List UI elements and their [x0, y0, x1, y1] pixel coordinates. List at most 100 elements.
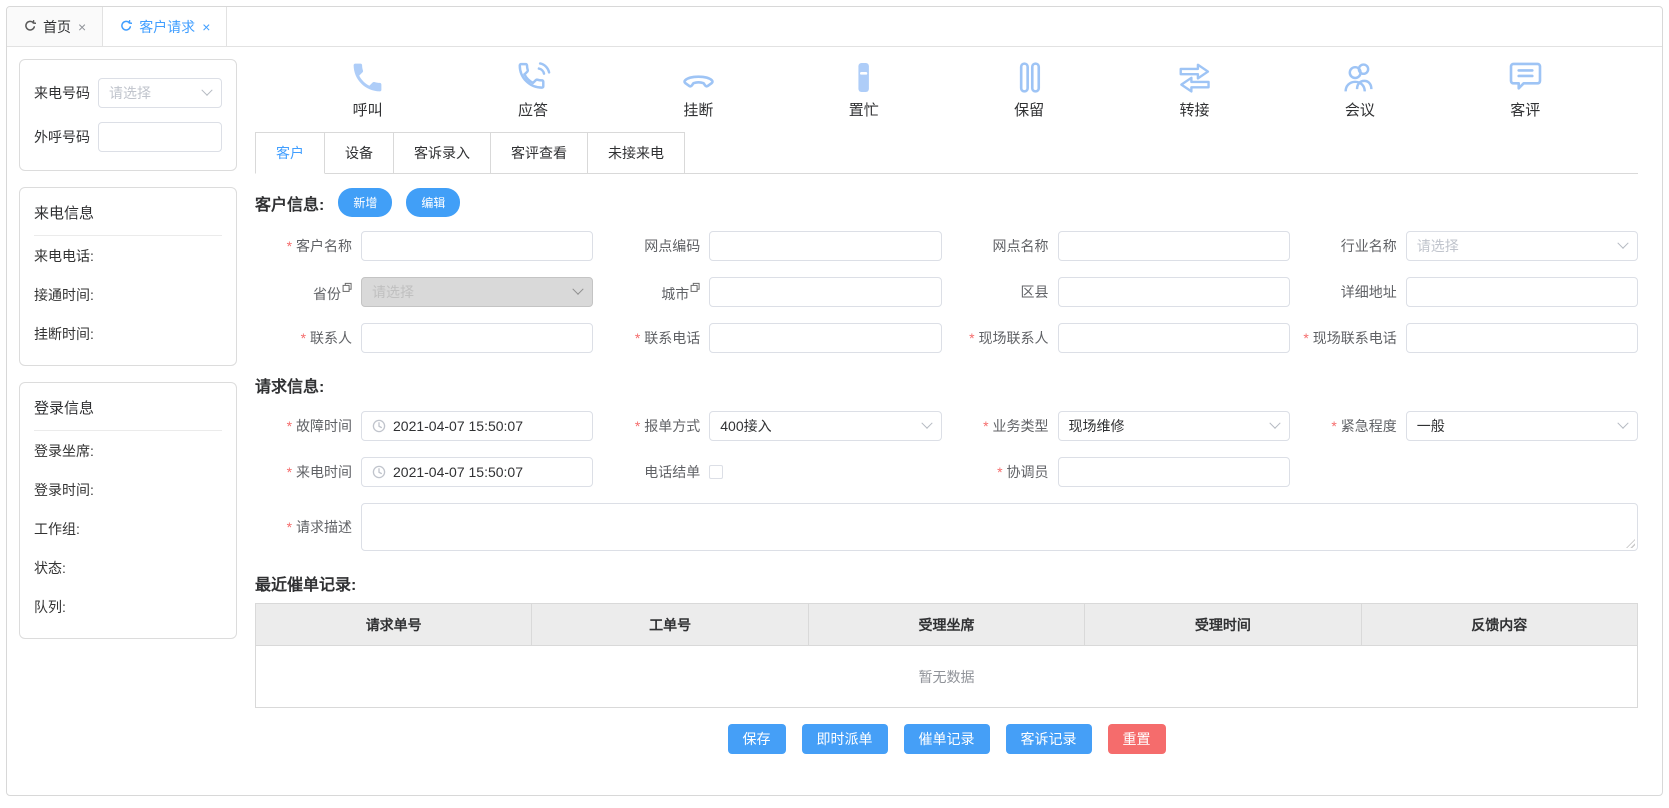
reminder-records-table: 请求单号 工单号 受理坐席 受理时间 反馈内容 暂无数据	[255, 603, 1638, 708]
field-label: 现场联系人	[952, 328, 1058, 348]
answer-button[interactable]: 应答	[497, 59, 569, 120]
tab-complaint-entry[interactable]: 客诉录入	[394, 132, 491, 173]
window-tab-bar: 首页 × 客户请求 ×	[7, 7, 1662, 47]
chevron-down-icon	[1617, 418, 1628, 429]
tab-customer-request[interactable]: 客户请求 ×	[103, 7, 227, 46]
request-form-row1: 故障时间 2021-04-07 15:50:07 报单方式 400接入 业务类型…	[255, 411, 1638, 441]
field-label: 省份	[255, 280, 361, 304]
customer-name-input[interactable]	[361, 231, 593, 261]
urgency-select[interactable]: 一般	[1406, 411, 1638, 441]
transfer-button[interactable]: 转接	[1159, 59, 1231, 120]
reset-button[interactable]: 重置	[1108, 724, 1166, 754]
industry-select[interactable]: 请选择	[1406, 231, 1638, 261]
request-form-row2: 来电时间 2021-04-07 15:50:07 电话结单 协调员	[255, 457, 1638, 487]
customer-form: 客户名称 网点编码 网点名称 行业名称 请选择 省份 请选择 城市 区县 详细地…	[255, 231, 1638, 353]
tab-home[interactable]: 首页 ×	[7, 7, 103, 46]
col-feedback: 反馈内容	[1361, 604, 1637, 646]
close-icon[interactable]: ×	[202, 20, 210, 34]
report-method-select[interactable]: 400接入	[709, 411, 941, 441]
clock-icon	[372, 419, 386, 433]
incoming-number-select[interactable]: 请选择	[98, 78, 222, 108]
request-desc-textarea[interactable]	[361, 503, 1638, 551]
field-label: 网点名称	[952, 236, 1058, 256]
phone-number-panel: 来电号码 请选择 外呼号码	[19, 59, 237, 171]
hold-icon	[1011, 59, 1048, 96]
tab-customer[interactable]: 客户	[255, 132, 325, 174]
instant-dispatch-button[interactable]: 即时派单	[802, 724, 888, 754]
field-label: 客户名称	[255, 236, 361, 256]
field-label: 详细地址	[1300, 282, 1406, 302]
address-input[interactable]	[1406, 277, 1638, 307]
empty-state-text: 暂无数据	[256, 646, 1638, 708]
coordinator-input[interactable]	[1058, 457, 1290, 487]
field-label: 业务类型	[952, 416, 1058, 436]
customer-info-title: 客户信息:	[255, 191, 324, 215]
district-input[interactable]	[1058, 277, 1290, 307]
field-label: 联系人	[255, 328, 361, 348]
hold-button[interactable]: 保留	[993, 59, 1065, 120]
call-info-title: 来电信息	[34, 200, 222, 236]
save-button[interactable]: 保存	[728, 724, 786, 754]
col-handling-time: 受理时间	[1085, 604, 1361, 646]
request-desc-row: 请求描述	[255, 503, 1638, 551]
tab-review-view[interactable]: 客评查看	[491, 132, 588, 173]
branch-name-input[interactable]	[1058, 231, 1290, 261]
busy-icon	[845, 59, 882, 96]
customer-request-page: 首页 × 客户请求 × 来电号码 请选择 外呼号码	[6, 6, 1663, 796]
outbound-number-label: 外呼号码	[34, 127, 98, 147]
hangup-button[interactable]: 挂断	[662, 59, 734, 120]
conference-button[interactable]: 会议	[1324, 59, 1396, 120]
field-label: 协调员	[952, 462, 1058, 482]
field-label: 电话结单	[603, 462, 709, 482]
call-phone-item: 来电电话:	[34, 236, 222, 275]
field-label: 报单方式	[603, 416, 709, 436]
reminder-record-button[interactable]: 催单记录	[904, 724, 990, 754]
phone-hangup-icon	[680, 59, 717, 96]
content-tab-bar: 客户 设备 客诉录入 客评查看 未接来电	[255, 132, 1638, 174]
close-icon[interactable]: ×	[78, 20, 86, 34]
field-label: 请求描述	[255, 517, 361, 537]
queue-item: 队列:	[34, 587, 222, 626]
phone-close-checkbox[interactable]	[709, 465, 723, 479]
site-contact-phone-input[interactable]	[1406, 323, 1638, 353]
tab-missed-calls[interactable]: 未接来电	[588, 132, 685, 173]
col-request-no: 请求单号	[256, 604, 532, 646]
fault-time-picker[interactable]: 2021-04-07 15:50:07	[361, 411, 593, 441]
col-work-order-no: 工单号	[532, 604, 808, 646]
complaint-record-button[interactable]: 客诉记录	[1006, 724, 1092, 754]
call-time-picker[interactable]: 2021-04-07 15:50:07	[361, 457, 593, 487]
tab-label: 客户请求	[139, 17, 195, 37]
contact-phone-input[interactable]	[709, 323, 941, 353]
field-label: 行业名称	[1300, 236, 1406, 256]
contact-input[interactable]	[361, 323, 593, 353]
tab-label: 首页	[43, 17, 71, 37]
phone-answer-icon	[515, 59, 552, 96]
comment-icon	[1507, 59, 1544, 96]
field-label: 联系电话	[603, 328, 709, 348]
province-select[interactable]: 请选择	[361, 277, 593, 307]
request-info-title: 请求信息:	[255, 373, 324, 397]
call-toolbar: 呼叫 应答 挂断 置忙 保留	[255, 47, 1638, 124]
call-button[interactable]: 呼叫	[332, 59, 404, 120]
conference-icon	[1341, 59, 1378, 96]
incoming-number-label: 来电号码	[34, 83, 98, 103]
call-info-panel: 来电信息 来电电话: 接通时间: 挂断时间:	[19, 187, 237, 366]
site-contact-input[interactable]	[1058, 323, 1290, 353]
field-label: 城市	[603, 280, 709, 304]
main-content: 呼叫 应答 挂断 置忙 保留	[243, 47, 1662, 795]
sidebar: 来电号码 请选择 外呼号码 来电信息 来电电话: 接通时间: 挂断时间:	[7, 47, 243, 795]
clock-icon	[372, 465, 386, 479]
login-info-panel: 登录信息 登录坐席: 登录时间: 工作组: 状态: 队列:	[19, 382, 237, 639]
branch-code-input[interactable]	[709, 231, 941, 261]
edit-button[interactable]: 编辑	[406, 188, 460, 217]
business-type-select[interactable]: 现场维修	[1058, 411, 1290, 441]
review-button[interactable]: 客评	[1489, 59, 1561, 120]
table-header-row: 请求单号 工单号 受理坐席 受理时间 反馈内容	[256, 604, 1638, 646]
col-handling-agent: 受理坐席	[808, 604, 1084, 646]
outbound-number-input[interactable]	[98, 122, 222, 152]
busy-button[interactable]: 置忙	[828, 59, 900, 120]
tab-equipment[interactable]: 设备	[325, 132, 394, 173]
add-button[interactable]: 新增	[338, 188, 392, 217]
chevron-down-icon	[921, 418, 932, 429]
city-input[interactable]	[709, 277, 941, 307]
